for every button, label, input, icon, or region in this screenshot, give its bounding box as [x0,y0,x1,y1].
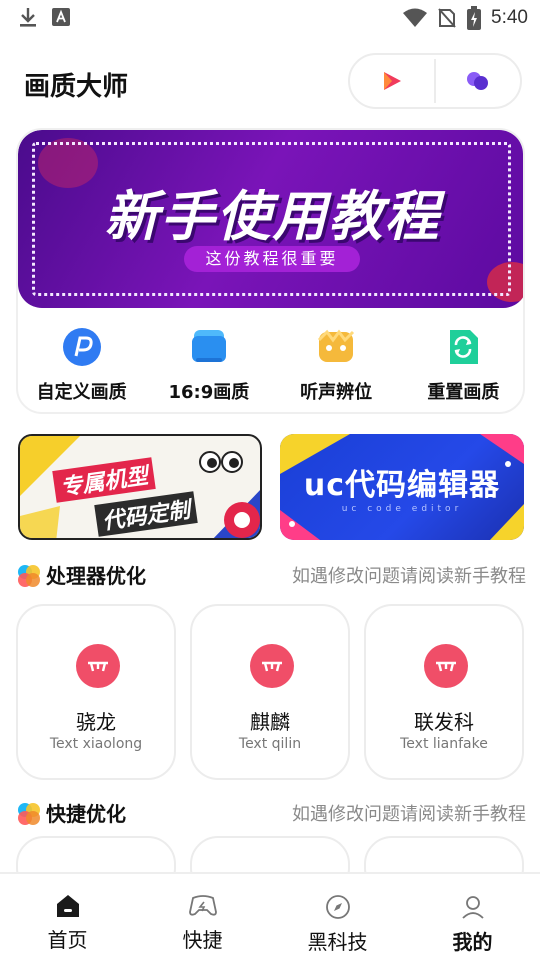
processor-card-qilin[interactable]: 麒麟 Text qilin [190,604,350,780]
quick-action-label: 听声辨位 [300,382,373,403]
quick-action-label: 重置画质 [427,382,500,403]
processor-name: 骁龙 [76,710,116,734]
nav-shortcut[interactable]: 快捷 [135,874,270,960]
wifi-icon [403,8,428,27]
processor-section-header: 处理器优化 如遇修改问题请阅读新手教程 [16,560,526,590]
quick-action-label: 16:9画质 [168,382,250,403]
no-sim-icon [438,8,456,28]
processor-name: 麒麟 [250,710,290,734]
battery-icon [467,6,482,30]
status-bar: 5:40 [0,0,540,36]
nav-home[interactable]: 首页 [0,874,135,960]
download-icon [20,8,36,27]
processor-subtitle: Text xiaolong [49,736,143,752]
quick-action-sound-position[interactable]: 听声辨位 [273,328,400,408]
screen-icon [190,328,228,366]
nav-label: 黑科技 [307,930,368,954]
meitu-logo-icon [424,644,468,688]
mask-icon [317,328,355,366]
app-header: 画质大师 [0,52,540,112]
tutorial-hint-link[interactable]: 如遇修改问题请阅读新手教程 [292,562,526,588]
quick-actions: 自定义画质 16:9画质 听声辨位 重置画质 [18,328,523,408]
more-button[interactable] [436,55,520,107]
tutorial-card: 新手使用教程 这份教程很重要 自定义画质 16:9画质 听声辨位 重置画质 [16,128,525,414]
promo-custom-code[interactable]: 专属机型 代码定制 [18,434,262,540]
quick-action-16-9[interactable]: 16:9画质 [145,328,272,408]
clock: 5:40 [491,7,528,28]
tutorial-banner[interactable]: 新手使用教程 这份教程很重要 [18,130,523,308]
p-icon [62,328,101,366]
quick-action-label: 自定义画质 [36,382,127,403]
processor-card-lianfake[interactable]: 联发科 Text lianfake [364,604,524,780]
home-icon [56,895,79,917]
meitu-logo-icon [250,644,294,688]
section-blob-icon [18,565,40,587]
section-title: 快捷优化 [46,802,126,826]
play-icon [384,72,401,90]
section-blob-icon [18,803,40,825]
quick-action-custom-quality[interactable]: 自定义画质 [18,328,145,408]
nav-label: 首页 [47,928,88,952]
compass-icon [325,895,350,919]
refresh-doc-icon [444,328,482,366]
bottom-nav: 首页 快捷 黑科技 我的 [0,872,540,960]
banner-subtitle: 这份教程很重要 [184,246,360,272]
shortcut-section-header: 快捷优化 如遇修改问题请阅读新手教程 [16,798,526,828]
banner-title: 新手使用教程 [104,185,441,248]
promo-title: uc代码编辑器 [303,468,501,503]
processor-subtitle: Text lianfake [400,736,488,752]
gamepad-icon [188,895,217,916]
page-title: 画质大师 [24,72,129,102]
user-icon [461,896,484,919]
nav-mine[interactable]: 我的 [405,874,540,960]
processor-subtitle: Text qilin [238,736,302,752]
nav-label: 我的 [452,930,493,954]
text-app-icon [52,8,70,26]
promo-subtitle: uc code editor [341,504,463,514]
quick-action-reset-quality[interactable]: 重置画质 [400,328,523,408]
promo-uc-editor[interactable]: uc代码编辑器 uc code editor [280,434,524,540]
meitu-logo-icon [76,644,120,688]
header-capsule [348,53,522,109]
tutorial-hint-link[interactable]: 如遇修改问题请阅读新手教程 [292,800,526,826]
section-title: 处理器优化 [46,564,146,588]
dots-icon [467,72,488,90]
nav-label: 快捷 [182,928,223,952]
video-button[interactable] [350,55,434,107]
nav-black-tech[interactable]: 黑科技 [270,874,405,960]
processor-name: 联发科 [414,710,474,734]
processor-card-xiaolong[interactable]: 骁龙 Text xiaolong [16,604,176,780]
